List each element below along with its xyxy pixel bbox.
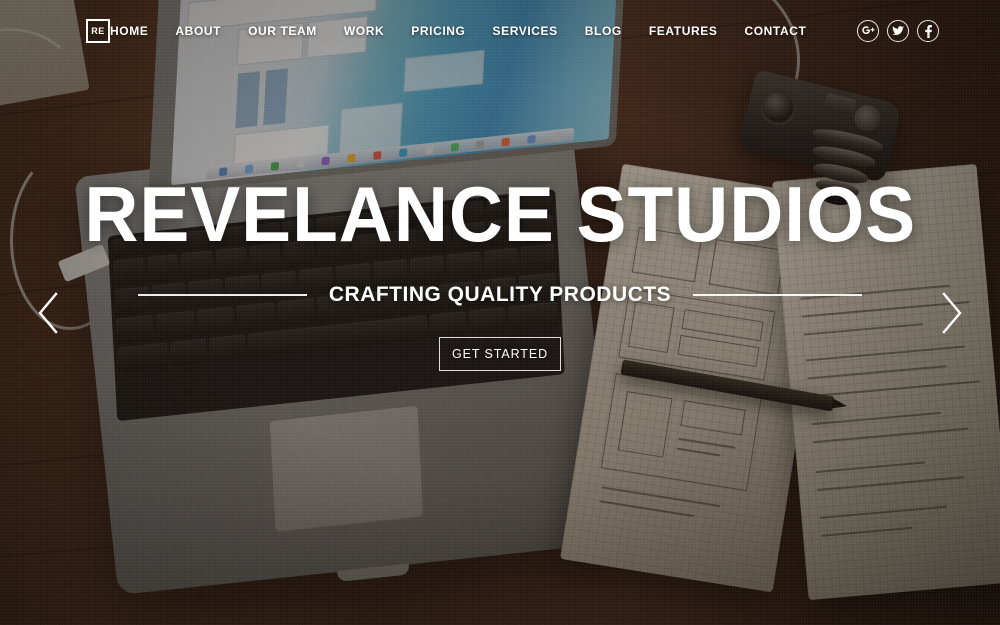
main-navigation: HOME ABOUT OUR TEAM WORK PRICING SERVICE…: [110, 20, 940, 42]
site-logo[interactable]: RE: [86, 19, 110, 43]
chevron-left-icon: [38, 291, 58, 334]
nav-pricing[interactable]: PRICING: [411, 24, 465, 38]
social-links: [857, 20, 940, 42]
hero-section: RE HOME ABOUT OUR TEAM WORK PRICING SERV…: [0, 0, 1000, 625]
hero-subtitle-row: CRAFTING QUALITY PRODUCTS: [138, 283, 862, 307]
logo-text: RE: [91, 26, 105, 36]
nav-home[interactable]: HOME: [110, 24, 148, 38]
nav-contact[interactable]: CONTACT: [744, 24, 806, 38]
site-header: RE HOME ABOUT OUR TEAM WORK PRICING SERV…: [0, 0, 1000, 62]
get-started-button[interactable]: GET STARTED: [439, 336, 561, 371]
nav-services[interactable]: SERVICES: [493, 24, 558, 38]
carousel-prev-arrow[interactable]: [28, 287, 68, 339]
nav-work[interactable]: WORK: [344, 24, 384, 38]
facebook-icon[interactable]: [917, 20, 940, 42]
hero-content: REVELANCE STUDIOS CRAFTING QUALITY PRODU…: [0, 0, 1000, 625]
twitter-icon[interactable]: [887, 20, 910, 42]
nav-about[interactable]: ABOUT: [175, 24, 221, 38]
nav-features[interactable]: FEATURES: [649, 24, 718, 38]
carousel-next-arrow[interactable]: [932, 287, 972, 339]
nav-blog[interactable]: BLOG: [585, 24, 622, 38]
google-plus-icon[interactable]: [857, 20, 880, 42]
subtitle-rule-right: [693, 293, 862, 296]
subtitle-rule-left: [138, 293, 307, 296]
nav-our-team[interactable]: OUR TEAM: [248, 24, 317, 38]
page-title: REVELANCE STUDIOS: [84, 169, 916, 258]
chevron-right-icon: [942, 291, 962, 334]
hero-subtitle: CRAFTING QUALITY PRODUCTS: [328, 282, 672, 306]
